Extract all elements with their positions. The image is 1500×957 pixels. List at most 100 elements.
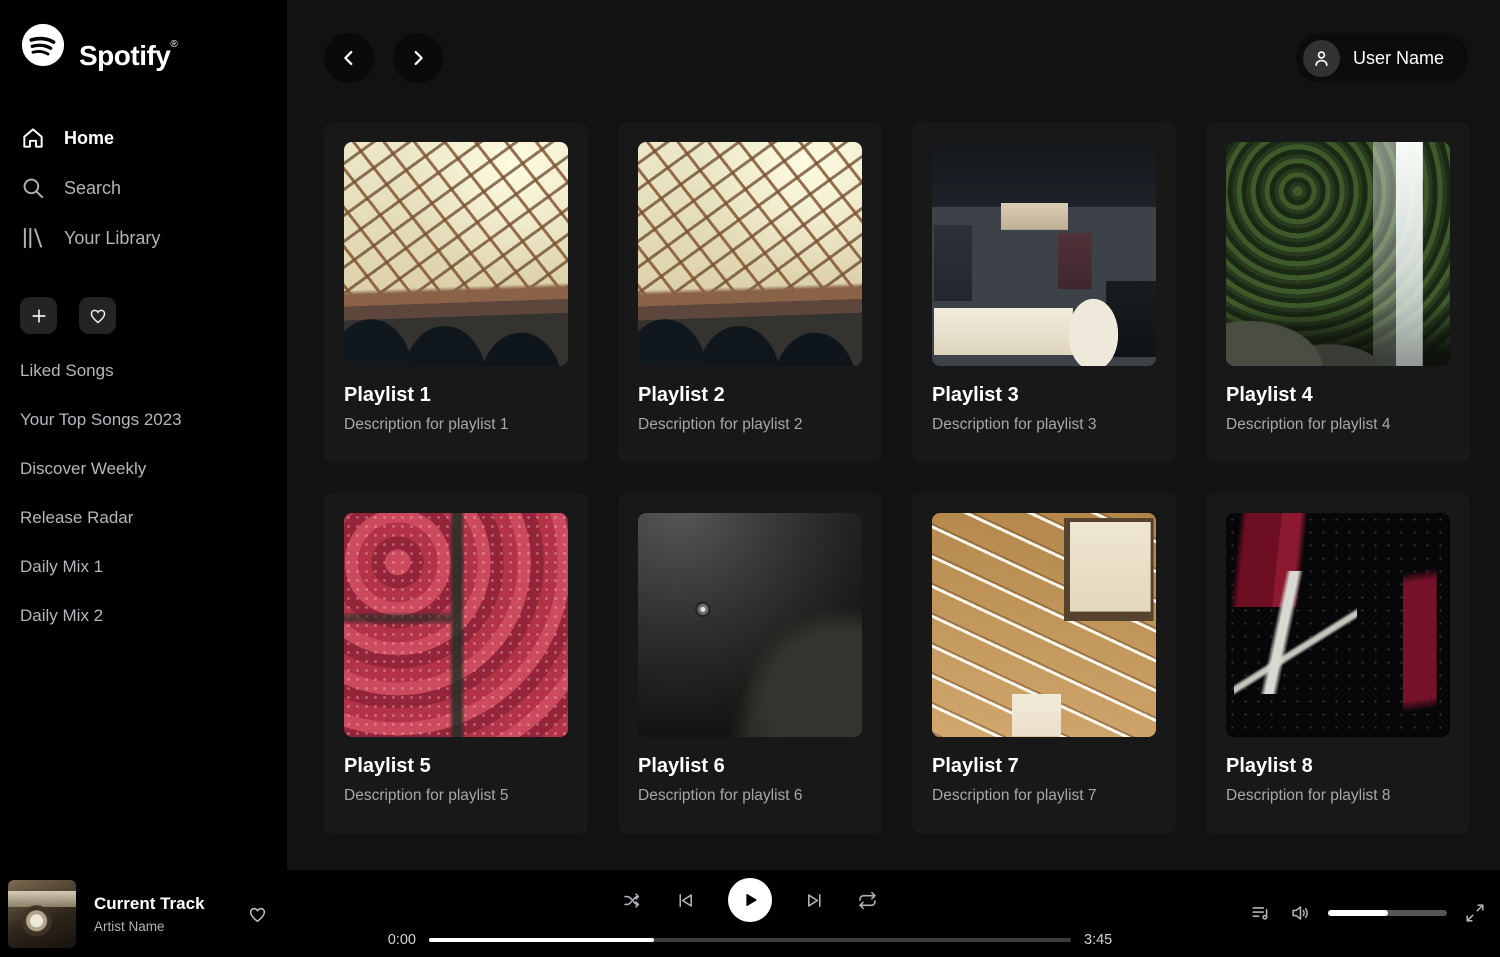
sidebar-playlists: Liked Songs Your Top Songs 2023 Discover… xyxy=(20,346,287,640)
playlist-title: Playlist 2 xyxy=(638,384,862,407)
playlist-card-5[interactable]: Playlist 5 Description for playlist 5 xyxy=(324,493,588,834)
playlist-title: Playlist 4 xyxy=(1226,384,1450,407)
user-name: User Name xyxy=(1353,48,1444,69)
playlist-title: Playlist 8 xyxy=(1226,755,1450,778)
playlist-cover-image xyxy=(344,142,568,366)
repeat-button[interactable] xyxy=(857,890,878,911)
track-meta: Current Track Artist Name xyxy=(94,894,205,934)
previous-track-button[interactable] xyxy=(675,890,696,911)
history-nav xyxy=(324,33,443,83)
sidebar-item-your-library[interactable]: Your Library xyxy=(20,213,287,263)
back-button[interactable] xyxy=(324,33,374,83)
elapsed-time: 0:00 xyxy=(380,932,416,948)
playlist-title: Playlist 5 xyxy=(344,755,568,778)
forward-button[interactable] xyxy=(393,33,443,83)
playlist-link-discover-weekly[interactable]: Discover Weekly xyxy=(20,444,287,493)
playlist-link-your-top-songs-2023[interactable]: Your Top Songs 2023 xyxy=(20,395,287,444)
track-title: Current Track xyxy=(94,894,205,914)
playlist-title: Playlist 6 xyxy=(638,755,862,778)
skip-back-icon xyxy=(675,890,696,911)
sidebar-item-label: Home xyxy=(64,128,114,149)
playlist-description: Description for playlist 8 xyxy=(1226,787,1450,805)
playlist-card-6[interactable]: Playlist 6 Description for playlist 6 xyxy=(618,493,882,834)
shuffle-icon xyxy=(622,890,643,911)
sidebar-item-search[interactable]: Search xyxy=(20,163,287,213)
heart-icon xyxy=(88,306,108,326)
playlist-cover-image xyxy=(1226,142,1450,366)
search-icon xyxy=(20,175,46,201)
playlist-cover-image xyxy=(932,513,1156,737)
playlist-card-3[interactable]: Playlist 3 Description for playlist 3 xyxy=(912,122,1176,463)
chevron-left-icon xyxy=(338,47,360,69)
playlist-cover-image xyxy=(638,513,862,737)
sidebar-item-label: Your Library xyxy=(64,228,160,249)
playlist-description: Description for playlist 2 xyxy=(638,416,862,434)
track-artist: Artist Name xyxy=(94,919,205,934)
registered-mark: ® xyxy=(170,39,177,50)
avatar xyxy=(1303,40,1340,77)
album-art xyxy=(8,880,76,948)
create-playlist-button[interactable] xyxy=(20,297,57,334)
heart-icon xyxy=(247,904,268,925)
next-track-button[interactable] xyxy=(804,890,825,911)
playlist-link-liked-songs[interactable]: Liked Songs xyxy=(20,346,287,395)
spotify-logo-icon xyxy=(20,22,66,68)
progress-fill xyxy=(429,938,654,942)
sidebar-item-label: Search xyxy=(64,178,121,199)
volume-slider[interactable] xyxy=(1328,910,1447,916)
liked-songs-button[interactable] xyxy=(79,297,116,334)
playlist-card-2[interactable]: Playlist 2 Description for playlist 2 xyxy=(618,122,882,463)
volume-fill xyxy=(1328,910,1388,916)
playlist-title: Playlist 7 xyxy=(932,755,1156,778)
queue-button[interactable] xyxy=(1250,902,1272,924)
fullscreen-button[interactable] xyxy=(1464,902,1486,924)
plus-icon xyxy=(29,306,49,326)
user-icon xyxy=(1311,48,1332,69)
library-icon xyxy=(20,225,46,251)
player-bar: Current Track Artist Name xyxy=(0,870,1500,957)
playlist-link-release-radar[interactable]: Release Radar xyxy=(20,493,287,542)
spotify-logo: Spotify® xyxy=(20,22,287,79)
play-icon xyxy=(739,889,761,911)
progress-row: 0:00 3:45 xyxy=(380,932,1120,948)
now-playing: Current Track Artist Name xyxy=(8,880,268,948)
like-track-button[interactable] xyxy=(247,904,268,925)
playlist-card-4[interactable]: Playlist 4 Description for playlist 4 xyxy=(1206,122,1470,463)
sidebar: Spotify® Home Search Your Library xyxy=(0,0,287,870)
volume-button[interactable] xyxy=(1289,902,1311,924)
playlist-cover-image xyxy=(1226,513,1450,737)
home-icon xyxy=(20,125,46,151)
skip-forward-icon xyxy=(804,890,825,911)
topbar: User Name xyxy=(287,0,1500,90)
user-menu-button[interactable]: User Name xyxy=(1296,33,1468,83)
playlist-description: Description for playlist 1 xyxy=(344,416,568,434)
volume-icon xyxy=(1289,902,1311,924)
play-button[interactable] xyxy=(728,878,772,922)
queue-icon xyxy=(1250,902,1272,924)
playlist-description: Description for playlist 7 xyxy=(932,787,1156,805)
playback-controls xyxy=(622,877,878,923)
brand-name: Spotify® xyxy=(79,22,177,79)
playlist-card-8[interactable]: Playlist 8 Description for playlist 8 xyxy=(1206,493,1470,834)
playlist-cover-image xyxy=(932,142,1156,366)
player-right xyxy=(1250,902,1486,924)
player-center: 0:00 3:45 xyxy=(380,877,1120,948)
duration-time: 3:45 xyxy=(1084,932,1120,948)
main-content: User Name Playlist 1 Description for pla… xyxy=(287,0,1500,870)
playlist-title: Playlist 1 xyxy=(344,384,568,407)
playlist-cover-image xyxy=(638,142,862,366)
playlist-description: Description for playlist 4 xyxy=(1226,416,1450,434)
shuffle-button[interactable] xyxy=(622,890,643,911)
chevron-right-icon xyxy=(407,47,429,69)
playlist-description: Description for playlist 6 xyxy=(638,787,862,805)
progress-bar[interactable] xyxy=(429,938,1071,942)
playlist-card-7[interactable]: Playlist 7 Description for playlist 7 xyxy=(912,493,1176,834)
playlist-link-daily-mix-2[interactable]: Daily Mix 2 xyxy=(20,591,287,640)
playlist-card-1[interactable]: Playlist 1 Description for playlist 1 xyxy=(324,122,588,463)
playlist-grid: Playlist 1 Description for playlist 1 Pl… xyxy=(324,122,1468,834)
fullscreen-icon xyxy=(1464,902,1486,924)
playlist-cover-image xyxy=(344,513,568,737)
sidebar-actions xyxy=(20,297,287,334)
sidebar-item-home[interactable]: Home xyxy=(20,113,287,163)
playlist-link-daily-mix-1[interactable]: Daily Mix 1 xyxy=(20,542,287,591)
